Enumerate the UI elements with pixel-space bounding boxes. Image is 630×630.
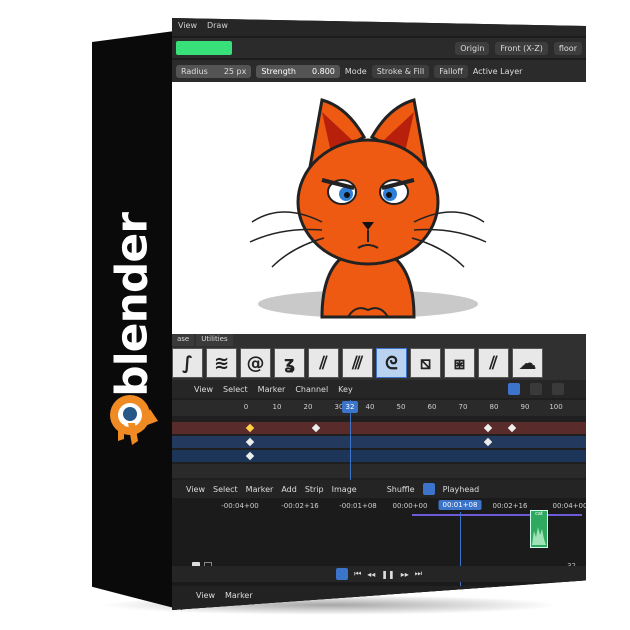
fill-brush-icon[interactable]: ☁	[512, 348, 543, 378]
frame-tick: 70	[458, 403, 468, 411]
frame-tick: 50	[396, 403, 406, 411]
time-label: 00:04+00	[552, 502, 586, 510]
time-label: -00:02+16	[281, 502, 319, 510]
cross-brush-icon[interactable]: ⧆	[444, 348, 475, 378]
menu-draw[interactable]: Draw	[207, 21, 228, 33]
filter-icon[interactable]	[508, 383, 520, 395]
strength-field[interactable]: Strength 0.800	[256, 64, 340, 78]
shuffle-dropdown[interactable]: Shuffle	[387, 485, 415, 494]
seq-menu-strip[interactable]: Strip	[305, 485, 324, 494]
seq-menu-select[interactable]: Select	[213, 485, 238, 494]
frame-tick: 60	[427, 403, 437, 411]
blender-logo-icon	[110, 395, 158, 445]
falloff-dropdown[interactable]: Falloff	[434, 64, 468, 78]
seq-menu-marker[interactable]: Marker	[246, 485, 274, 494]
sequencer-ruler[interactable]: -00:04+00 -00:02+16 -00:01+08 00:00+00 00:02…	[172, 500, 586, 526]
stroke-brush-icon[interactable]: ∫	[172, 348, 203, 378]
menu-view[interactable]: View	[178, 21, 197, 33]
cat-right-pupil	[386, 192, 392, 198]
time-label: 00:00+00	[392, 502, 428, 510]
frame-tick: 10	[272, 403, 282, 411]
blender-interface-screen: View Draw Origin Front (X-Z) floor Radiu…	[172, 18, 586, 610]
marker-brush-icon[interactable]: ≋	[206, 348, 237, 378]
dope-menu-marker[interactable]: Marker	[258, 385, 286, 394]
frame-ruler[interactable]: 0 10 20 30 40 50 60 70 80 90 100	[172, 400, 586, 416]
dope-sheet-menu: View Select Marker Channel Key	[172, 380, 586, 398]
blender-wordmark: blender	[106, 213, 158, 397]
cat-drawing	[249, 98, 487, 319]
brush-row: ∫ ≋ @ ʓ ⫽ ⫻ ᘓ ⧅ ⧆ ⫽ ☁	[172, 348, 543, 378]
curve-brush-icon[interactable]: ᘓ	[376, 348, 407, 378]
time-label: -00:01+08	[339, 502, 377, 510]
red-brush-icon[interactable]: ⫽	[478, 348, 509, 378]
viewport-header: Origin Front (X-Z) floor	[172, 38, 586, 58]
summary-track[interactable]	[172, 464, 586, 478]
overlay-icon[interactable]	[530, 383, 542, 395]
bottom-menu-marker[interactable]: Marker	[225, 591, 253, 605]
strength-value: 0.800	[311, 66, 335, 76]
time-label: 00:02+16	[492, 502, 528, 510]
gp-layer-track[interactable]	[172, 422, 586, 434]
color-swatch[interactable]	[176, 41, 232, 55]
playhead-dropdown[interactable]: Playhead	[443, 485, 480, 494]
frame-tick: 90	[520, 403, 530, 411]
tab-base[interactable]: ase	[172, 334, 195, 346]
active-layer-label: Active Layer	[472, 66, 523, 76]
step-back-icon[interactable]: ◂◂	[367, 570, 375, 579]
erase-brush-icon[interactable]: ⧅	[410, 348, 441, 378]
frame-tick: 40	[365, 403, 375, 411]
radius-label: Radius	[181, 66, 208, 76]
dope-menu-channel[interactable]: Channel	[295, 385, 328, 394]
current-frame-badge[interactable]: 32	[342, 401, 358, 413]
dope-sheet-editor: View Select Marker Channel Key 0 10 20 30 40…	[172, 380, 586, 480]
playback-controls: ⏮ ◂◂ ❚❚ ▸▸ ⏭	[172, 566, 586, 582]
origin-dropdown[interactable]: Origin	[455, 41, 490, 55]
snap-icon[interactable]	[552, 383, 564, 395]
strip-thumbnail	[532, 527, 546, 545]
frame-tick: 20	[303, 403, 313, 411]
gp-object-track[interactable]	[172, 436, 586, 448]
current-time-badge[interactable]: 00:01+08	[438, 500, 482, 510]
frame-tick: 0	[243, 403, 249, 411]
scribble-brush-icon[interactable]: ʓ	[274, 348, 305, 378]
jump-end-icon[interactable]: ⏭	[415, 569, 422, 579]
step-forward-icon[interactable]: ▸▸	[401, 570, 409, 579]
jump-start-icon[interactable]: ⏮	[354, 569, 361, 579]
brush-tabs: ase Utilities	[172, 334, 235, 346]
seq-menu-image[interactable]: Image	[332, 485, 357, 494]
time-label: -00:04+00	[221, 502, 259, 510]
frame-tick: 100	[549, 403, 563, 411]
seq-menu-add[interactable]: Add	[281, 485, 297, 494]
top-menubar: View Draw	[172, 18, 586, 36]
strength-label: Strength	[261, 66, 296, 76]
tab-utilities[interactable]: Utilities	[196, 334, 233, 346]
radius-value: 25 px	[223, 66, 247, 76]
dope-menu-key[interactable]: Key	[338, 385, 353, 394]
image-strip[interactable]: cat	[530, 510, 548, 548]
snap-toggle-icon[interactable]	[422, 483, 435, 495]
brush-asset-shelf: ase Utilities ∫ ≋ @ ʓ ⫽ ⫻ ᘓ ⧅ ⧆ ⫽ ☁	[172, 334, 586, 380]
seq-menu-view[interactable]: View	[186, 485, 205, 494]
preview-range-bar	[412, 514, 582, 516]
tool-settings-bar: Radius 25 px Strength 0.800 Mode Stroke …	[172, 60, 586, 82]
dope-menu-select[interactable]: Select	[223, 385, 248, 394]
dope-menu-view[interactable]: View	[194, 385, 213, 394]
mode-label: Mode	[344, 66, 367, 76]
gp-data-track[interactable]	[172, 450, 586, 462]
cat-left-pupil	[344, 192, 350, 198]
drawing-canvas[interactable]	[172, 82, 586, 334]
frame-tick: 80	[489, 403, 499, 411]
pause-icon[interactable]: ❚❚	[381, 570, 394, 579]
radius-field[interactable]: Radius 25 px	[176, 64, 252, 78]
ink-brush-icon[interactable]: ⫽	[308, 348, 339, 378]
software-box: blender View Draw Origin Front (X-Z) flo…	[0, 0, 630, 630]
hatch-brush-icon[interactable]: ⫻	[342, 348, 373, 378]
mode-dropdown[interactable]: Stroke & Fill	[371, 64, 430, 78]
sequencer-menu: View Select Marker Add Strip Image Shuff…	[172, 480, 586, 498]
plane-dropdown[interactable]: floor	[553, 41, 582, 55]
bottom-menu-view[interactable]: View	[196, 591, 215, 605]
view-dropdown[interactable]: Front (X-Z)	[495, 41, 548, 55]
at-brush-icon[interactable]: @	[240, 348, 271, 378]
record-icon[interactable]	[336, 568, 349, 580]
